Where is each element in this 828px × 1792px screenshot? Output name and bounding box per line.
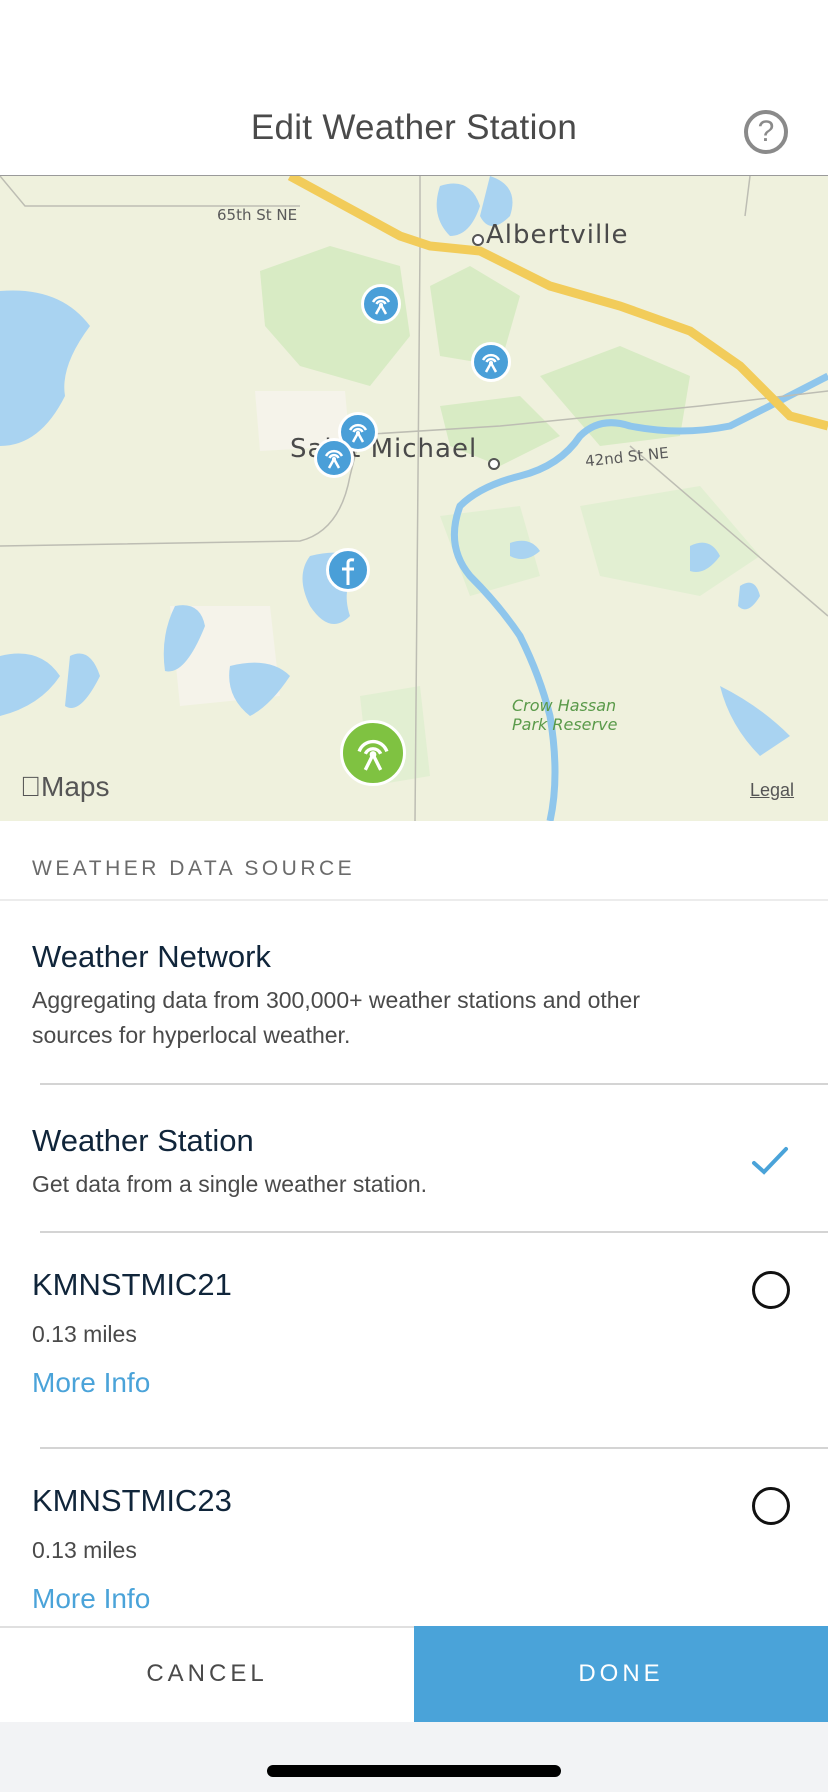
station-row[interactable]: KMNSTMIC23 0.13 miles More Info bbox=[0, 1449, 828, 1626]
home-indicator[interactable] bbox=[267, 1765, 561, 1777]
station-pin[interactable] bbox=[314, 438, 354, 478]
done-button[interactable]: DONE bbox=[414, 1626, 828, 1724]
option-title: Weather Station bbox=[32, 1123, 254, 1158]
nav-header: Edit Weather Station ? bbox=[0, 0, 828, 176]
legal-link[interactable]: Legal bbox=[750, 780, 794, 801]
station-id: KMNSTMIC21 bbox=[32, 1267, 232, 1302]
radio-button[interactable] bbox=[752, 1271, 790, 1309]
map-base bbox=[0, 176, 828, 821]
city-label: Albertville bbox=[486, 220, 629, 250]
question-circle-icon[interactable]: ? bbox=[744, 110, 788, 154]
station-pin-cluster[interactable] bbox=[326, 548, 370, 592]
footer-actions: CANCEL DONE bbox=[0, 1626, 828, 1724]
selected-station-pin[interactable] bbox=[340, 720, 406, 786]
option-weather-station[interactable]: Weather Station Get data from a single w… bbox=[0, 1085, 828, 1233]
station-id: KMNSTMIC23 bbox=[32, 1483, 232, 1518]
station-distance: 0.13 miles bbox=[32, 1321, 137, 1347]
maps-attribution-text: Maps bbox=[20, 771, 109, 802]
station-map[interactable]: 65th St NE 42nd St NE Albertville Saint … bbox=[0, 176, 828, 821]
park-label-line: Park Reserve bbox=[512, 715, 618, 734]
option-title: Weather Network bbox=[32, 939, 271, 974]
option-description: Get data from a single weather station. bbox=[32, 1171, 428, 1197]
antenna-icon bbox=[342, 558, 355, 585]
station-row[interactable]: KMNSTMIC21 0.13 miles More Info bbox=[0, 1233, 828, 1449]
more-info-link[interactable]: More Info bbox=[32, 1367, 150, 1399]
antenna-icon bbox=[481, 353, 501, 373]
antenna-icon bbox=[371, 295, 391, 315]
road-label: 65th St NE bbox=[217, 206, 298, 224]
apple-logo-icon:  bbox=[20, 771, 41, 802]
cancel-button[interactable]: CANCEL bbox=[0, 1628, 414, 1724]
apple-maps-attribution: Maps bbox=[20, 771, 109, 803]
antenna-icon bbox=[324, 449, 344, 469]
radio-button[interactable] bbox=[752, 1487, 790, 1525]
antenna-icon bbox=[357, 739, 389, 771]
page-title: Edit Weather Station bbox=[250, 108, 578, 147]
station-pin[interactable] bbox=[361, 284, 401, 324]
option-weather-network[interactable]: Weather Network Aggregating data from 30… bbox=[0, 903, 828, 1085]
more-info-link[interactable]: More Info bbox=[32, 1583, 150, 1615]
section-title: WEATHER DATA SOURCE bbox=[32, 857, 356, 880]
park-label-line: Crow Hassan bbox=[512, 696, 617, 715]
park-label: Crow Hassan Park Reserve bbox=[512, 696, 617, 734]
station-pin[interactable] bbox=[471, 342, 511, 382]
option-description: Aggregating data from 300,000+ weather s… bbox=[32, 987, 640, 1048]
antenna-icon bbox=[348, 423, 368, 443]
home-indicator-area bbox=[0, 1722, 828, 1792]
station-distance: 0.13 miles bbox=[32, 1537, 137, 1563]
checkmark-icon bbox=[752, 1147, 788, 1175]
section-header: WEATHER DATA SOURCE bbox=[0, 821, 828, 901]
